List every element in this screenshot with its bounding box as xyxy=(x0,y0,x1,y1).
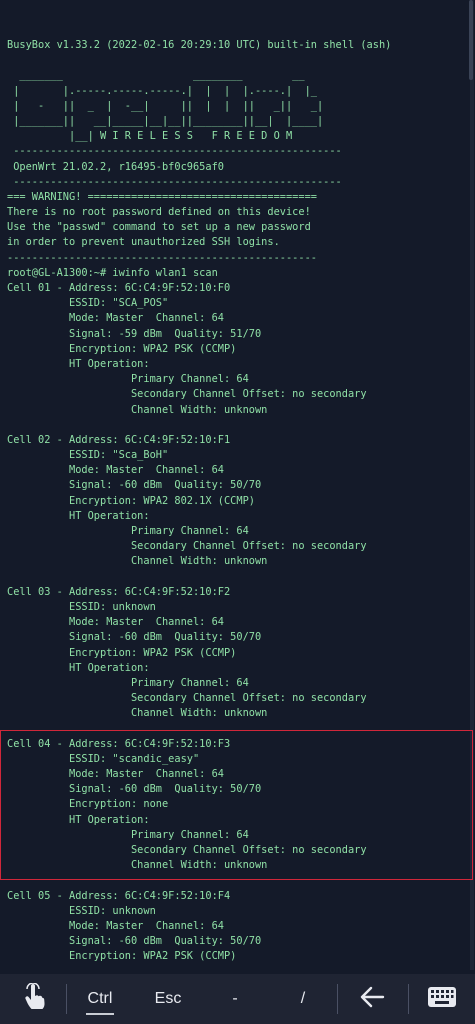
terminal-line: Secondary Channel Offset: no secondary xyxy=(7,692,367,705)
terminal-line: Encryption: WPA2 PSK (CCMP) xyxy=(7,342,237,355)
terminal-screen: BusyBox v1.33.2 (2022-02-16 20:29:10 UTC… xyxy=(0,0,475,1024)
terminal-line: Mode: Master Channel: 64 xyxy=(7,312,224,325)
terminal-line: Primary Channel: 64 xyxy=(7,676,249,689)
terminal-line: Primary Channel: 64 xyxy=(7,373,249,386)
keyboard-icon xyxy=(428,986,456,1012)
terminal-line: Signal: -60 dBm Quality: 50/70 xyxy=(7,479,262,492)
terminal-line: Channel Width: unknown xyxy=(7,555,268,568)
terminal-line: Channel Width: unknown xyxy=(7,403,268,416)
terminal-line: Encryption: WPA2 802.1X (CCMP) xyxy=(7,494,255,507)
terminal-line: Cell 01 - Address: 6C:C4:9F:52:10:F0 xyxy=(7,282,231,294)
terminal-line: Cell 03 - Address: 6C:C4:9F:52:10:F2 xyxy=(7,585,231,598)
terminal-line: ----------------------------------------… xyxy=(7,251,317,264)
keyboard-toggle-button[interactable] xyxy=(422,974,462,1024)
scrollbar-track[interactable] xyxy=(469,0,474,970)
terminal-line: HT Operation: xyxy=(7,813,150,826)
terminal-line: Secondary Channel Offset: no secondary xyxy=(7,388,367,401)
terminal-line: Mode: Master Channel: 64 xyxy=(7,464,224,477)
terminal-line: Cell 05 - Address: 6C:C4:9F:52:10:F4 xyxy=(7,889,231,902)
terminal-line: Encryption: WPA2 PSK (CCMP) xyxy=(7,646,237,659)
slash-key[interactable]: / xyxy=(288,974,318,1024)
terminal-line: Secondary Channel Offset: no secondary xyxy=(7,540,367,553)
terminal-line: _______ ________ __ xyxy=(7,69,305,82)
terminal-line: Cell 04 - Address: 6C:C4:9F:52:10:F3 xyxy=(7,737,231,750)
extra-keys-bar: Ctrl Esc - / xyxy=(0,974,475,1024)
terminal-line: There is no root password defined on thi… xyxy=(7,206,311,219)
terminal-line: === WARNING! ===========================… xyxy=(7,190,317,203)
terminal-line: ESSID: "Sca_BoH" xyxy=(7,449,169,462)
esc-key[interactable]: Esc xyxy=(148,974,188,1024)
terminal-line: HT Operation: xyxy=(7,357,150,370)
terminal-line: root@GL-A1300:~# iwinfo wlan1 scan xyxy=(7,266,218,279)
terminal-line: Signal: -60 dBm Quality: 50/70 xyxy=(7,631,262,644)
arrow-left-icon xyxy=(359,986,385,1013)
terminal-line: | - || _ | -__| || | | || _|| _| xyxy=(7,99,324,112)
ctrl-key[interactable]: Ctrl xyxy=(80,974,120,1024)
esc-key-label: Esc xyxy=(154,990,182,1007)
terminal-line: OpenWrt 21.02.2, r16495-bf0c965af0 xyxy=(7,160,224,173)
terminal-line: Channel Width: unknown xyxy=(7,707,268,720)
terminal-line: Channel Width: unknown xyxy=(7,859,268,872)
terminal-line: BusyBox v1.33.2 (2022-02-16 20:29:10 UTC… xyxy=(7,39,392,51)
slash-key-label: / xyxy=(300,990,306,1007)
terminal-line: Mode: Master Channel: 64 xyxy=(7,919,224,932)
terminal-line: Encryption: none xyxy=(7,798,169,811)
terminal-line: ESSID: "SCA_POS" xyxy=(7,297,169,310)
terminal-line: in order to prevent unauthorized SSH log… xyxy=(7,236,280,249)
ctrl-key-label: Ctrl xyxy=(87,990,113,1007)
terminal-line: ESSID: "scandic_easy" xyxy=(7,752,200,765)
terminal-line: Mode: Master Channel: 64 xyxy=(7,616,224,629)
scrollbar-thumb[interactable] xyxy=(469,0,473,80)
terminal-line: Encryption: WPA2 PSK (CCMP) xyxy=(7,950,237,963)
terminal-line: Primary Channel: 64 xyxy=(7,828,249,841)
terminal-line: HT Operation: xyxy=(7,509,150,522)
back-key[interactable] xyxy=(352,974,392,1024)
terminal-line: Mode: Master Channel: 64 xyxy=(7,768,224,780)
touch-toggle-button[interactable] xyxy=(14,974,54,1024)
terminal-line: Cell 02 - Address: 6C:C4:9F:52:10:F1 xyxy=(7,433,231,446)
keybar-divider xyxy=(337,984,338,1014)
terminal-line: Signal: -60 dBm Quality: 50/70 xyxy=(7,935,262,948)
terminal-line: Secondary Channel Offset: no secondary xyxy=(7,843,367,856)
terminal-line: |__| W I R E L E S S F R E E D O M xyxy=(7,130,293,143)
dash-key[interactable]: - xyxy=(220,974,250,1024)
terminal-line: ESSID: unknown xyxy=(7,904,156,917)
terminal-line: ESSID: unknown xyxy=(7,600,156,613)
keybar-divider xyxy=(408,984,409,1014)
terminal-line: Primary Channel: 64 xyxy=(7,525,249,537)
terminal-line: Signal: -59 dBm Quality: 51/70 xyxy=(7,327,262,340)
dash-key-label: - xyxy=(232,990,238,1007)
touch-hand-icon xyxy=(23,981,45,1016)
terminal-line: HT Operation: xyxy=(7,661,150,674)
terminal-line: ----------------------------------------… xyxy=(7,175,342,188)
terminal-output[interactable]: BusyBox v1.33.2 (2022-02-16 20:29:10 UTC… xyxy=(7,38,471,970)
keybar-divider xyxy=(66,984,67,1014)
terminal-line: | |.-----.-----.-----.| | | |.----.| |_ xyxy=(7,84,317,97)
ctrl-active-indicator xyxy=(86,1013,114,1015)
terminal-line: |_______|| __|_____|__|__||________||__|… xyxy=(7,114,324,127)
terminal-line: Use the "passwd" command to set up a new… xyxy=(7,221,311,234)
terminal-line: ----------------------------------------… xyxy=(7,145,342,158)
terminal-line: Signal: -60 dBm Quality: 50/70 xyxy=(7,783,262,796)
